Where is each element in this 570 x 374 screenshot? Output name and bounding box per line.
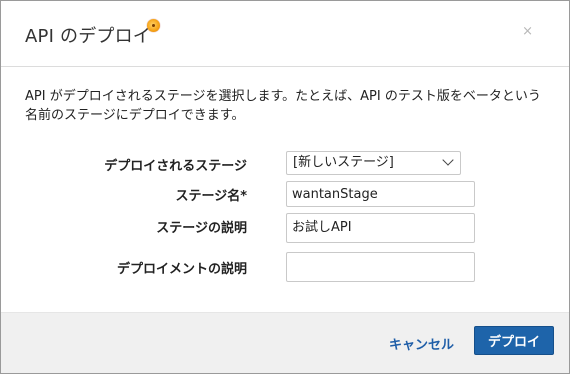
deployment-description-input[interactable] bbox=[286, 252, 475, 282]
deployment-description-row: デプロイメントの説明 bbox=[1, 252, 569, 282]
dialog-header: API のデプロイ × bbox=[1, 1, 569, 67]
stage-select[interactable]: [新しいステージ] bbox=[286, 151, 461, 175]
stage-select-value: [新しいステージ] bbox=[293, 155, 394, 170]
stage-name-input[interactable] bbox=[286, 181, 475, 207]
dialog-footer: キャンセル デプロイ bbox=[1, 312, 569, 373]
stage-description-label: ステージの説明 bbox=[156, 221, 247, 236]
stage-select-label: デプロイされるステージ bbox=[104, 159, 247, 174]
chevron-down-icon bbox=[442, 154, 454, 166]
dialog-title: API のデプロイ bbox=[25, 26, 151, 47]
stage-name-label: ステージ名* bbox=[175, 189, 247, 204]
stage-description-row: ステージの説明 お試しAPI bbox=[1, 213, 569, 243]
deployment-description-label: デプロイメントの説明 bbox=[116, 262, 247, 277]
stage-description-input[interactable]: お試しAPI bbox=[286, 213, 475, 243]
help-info-icon[interactable] bbox=[147, 19, 160, 32]
dialog-description: API がデプロイされるステージを選択します。たとえば、API のテスト版をベー… bbox=[25, 89, 541, 123]
cancel-button[interactable]: キャンセル bbox=[389, 334, 454, 353]
close-icon[interactable]: × bbox=[522, 24, 533, 39]
deploy-api-dialog: API のデプロイ × API がデプロイされるステージを選択します。たとえば、… bbox=[0, 0, 570, 374]
stage-select-row: デプロイされるステージ [新しいステージ] bbox=[1, 151, 569, 177]
deploy-button[interactable]: デプロイ bbox=[474, 326, 554, 355]
stage-name-row: ステージ名* bbox=[1, 181, 569, 207]
